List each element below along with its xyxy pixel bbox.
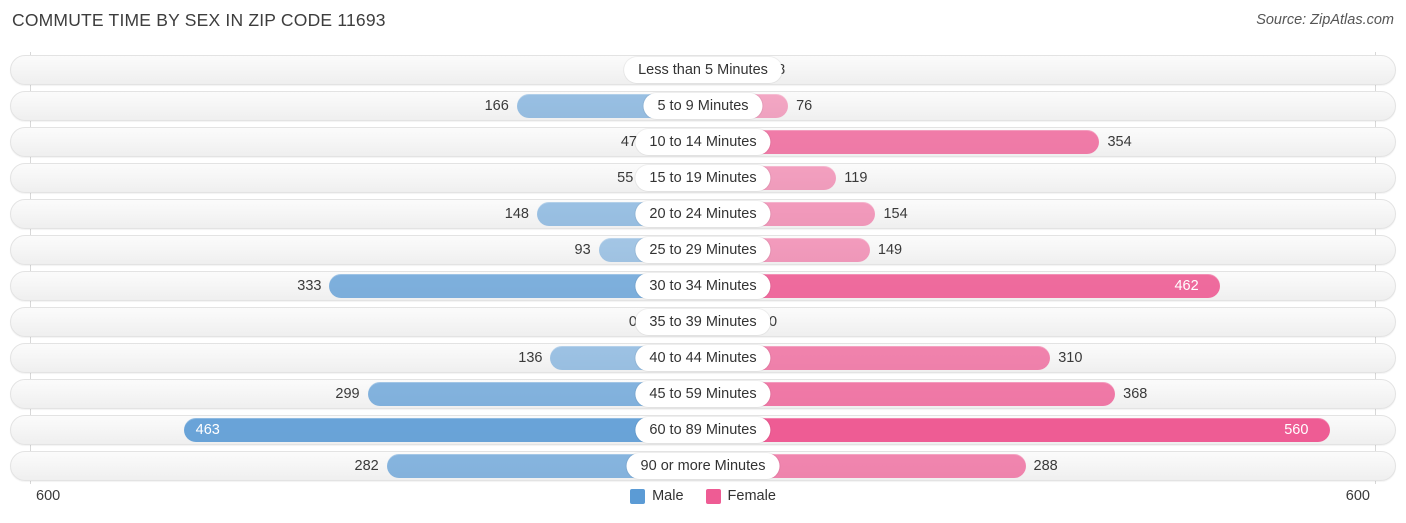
category-label: 5 to 9 Minutes	[643, 93, 763, 119]
bar-value-male: 282	[354, 458, 379, 474]
bar-value-female: 76	[796, 98, 813, 114]
chart-row: 166 76 5 to 9 Minutes	[0, 88, 1406, 124]
row-bars: 463 560 60 to 89 Minutes	[0, 415, 1406, 445]
row-bars: 299 368 45 to 59 Minutes	[0, 379, 1406, 409]
row-bars: 282 288 90 or more Minutes	[0, 451, 1406, 481]
bar-female[interactable]	[703, 274, 1221, 298]
category-label: 10 to 14 Minutes	[635, 129, 771, 155]
category-label: 60 to 89 Minutes	[635, 417, 771, 443]
category-label: 25 to 29 Minutes	[635, 237, 771, 263]
bar-value-female: 149	[877, 242, 903, 258]
category-label: 15 to 19 Minutes	[635, 165, 771, 191]
chart-row: 47 354 10 to 14 Minutes	[0, 124, 1406, 160]
row-bars: 0 0 35 to 39 Minutes	[0, 307, 1406, 337]
chart-row: 136 310 40 to 44 Minutes	[0, 340, 1406, 376]
chart-plot-area: 018Less than 5 Minutes 166 76 5 to 9 Minute…	[0, 52, 1406, 484]
bar-male[interactable]	[183, 418, 703, 442]
legend-swatch-female-icon	[705, 488, 721, 504]
chart-row: 299 368 45 to 59 Minutes	[0, 376, 1406, 412]
chart-row: 018Less than 5 Minutes	[0, 52, 1406, 88]
bar-value-female: 310	[1058, 350, 1083, 366]
row-bars: 018Less than 5 Minutes	[0, 55, 1406, 85]
bar-value-female: 354	[1107, 134, 1132, 150]
legend-label-female: Female	[727, 488, 776, 504]
row-bars: 333 462 30 to 34 Minutes	[0, 271, 1406, 301]
chart-legend: Male Female	[0, 488, 1406, 504]
chart-row: 93 149 25 to 29 Minutes	[0, 232, 1406, 268]
bar-female[interactable]	[703, 418, 1331, 442]
chart-rows: 018Less than 5 Minutes 166 76 5 to 9 Minute…	[0, 52, 1406, 484]
row-bars: 166 76 5 to 9 Minutes	[0, 91, 1406, 121]
chart-row: 0 0 35 to 39 Minutes	[0, 304, 1406, 340]
bar-value-male: 463	[195, 422, 220, 438]
category-label: 90 or more Minutes	[626, 453, 780, 479]
page-title: COMMUTE TIME BY SEX IN ZIP CODE 11693	[12, 10, 386, 30]
bar-value-male: 299	[335, 386, 360, 402]
category-label: 30 to 34 Minutes	[635, 273, 771, 299]
chart-row: 148 154 20 to 24 Minutes	[0, 196, 1406, 232]
category-label: 20 to 24 Minutes	[635, 201, 771, 227]
bar-value-female: 560	[1284, 422, 1309, 438]
bar-value-female: 119	[844, 170, 868, 186]
row-bars: 93 149 25 to 29 Minutes	[0, 235, 1406, 265]
row-bars: 148 154 20 to 24 Minutes	[0, 199, 1406, 229]
chart-row: 463 560 60 to 89 Minutes	[0, 412, 1406, 448]
source-attribution: Source: ZipAtlas.com	[1256, 12, 1394, 28]
category-label: 45 to 59 Minutes	[635, 381, 771, 407]
row-bars: 55 119 15 to 19 Minutes	[0, 163, 1406, 193]
bar-value-male: 93	[574, 242, 591, 258]
category-label: 35 to 39 Minutes	[635, 309, 771, 335]
legend-label-male: Male	[652, 488, 684, 504]
bar-value-male: 166	[484, 98, 509, 114]
legend-item-male[interactable]: Male	[630, 488, 684, 504]
category-label: 40 to 44 Minutes	[635, 345, 771, 371]
bar-value-female: 288	[1033, 458, 1058, 474]
row-bars: 47 354 10 to 14 Minutes	[0, 127, 1406, 157]
bar-value-female: 462	[1174, 278, 1199, 294]
bar-value-female: 368	[1123, 386, 1148, 402]
bar-value-male: 136	[518, 350, 543, 366]
chart-footer: 600 600 Male Female	[0, 484, 1406, 523]
legend-item-female[interactable]: Female	[705, 488, 776, 504]
bar-value-female: 154	[883, 206, 908, 222]
chart-row: 333 462 30 to 34 Minutes	[0, 268, 1406, 304]
chart-header: COMMUTE TIME BY SEX IN ZIP CODE 11693 So…	[0, 0, 1406, 40]
bar-value-male: 55	[617, 170, 634, 186]
category-label: Less than 5 Minutes	[624, 57, 782, 83]
chart-row: 282 288 90 or more Minutes	[0, 448, 1406, 484]
chart-row: 55 119 15 to 19 Minutes	[0, 160, 1406, 196]
row-bars: 136 310 40 to 44 Minutes	[0, 343, 1406, 373]
legend-swatch-male-icon	[630, 488, 646, 504]
bar-value-male: 333	[297, 278, 322, 294]
bar-value-male: 148	[504, 206, 529, 222]
